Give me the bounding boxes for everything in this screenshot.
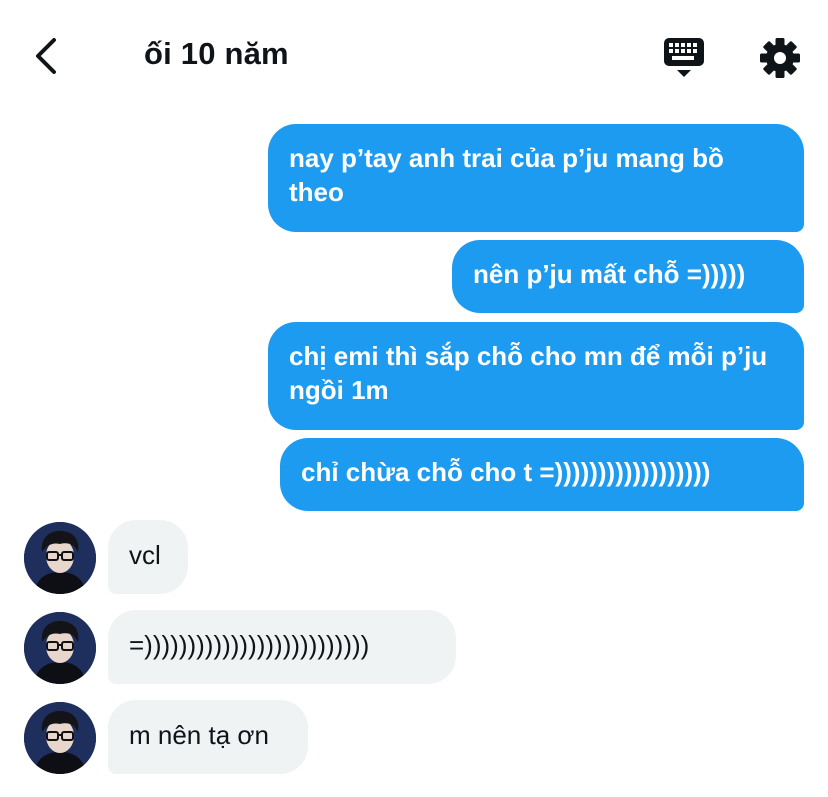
chevron-left-icon: [36, 38, 56, 74]
conversation-header: ối 10 năm: [0, 0, 828, 110]
avatar-image: [24, 702, 96, 774]
avatar-image: [24, 522, 96, 594]
message-bubble-incoming[interactable]: m nên tạ ơn: [108, 700, 308, 774]
message-bubble-outgoing[interactable]: nay p’tay anh trai của p’ju mang bồ theo: [268, 124, 804, 232]
back-button[interactable]: [28, 34, 64, 78]
conversation-title[interactable]: ối 10 năm: [144, 36, 289, 72]
message-bubble-outgoing[interactable]: nên p’ju mất chỗ =))))): [452, 240, 804, 313]
gear-icon: [760, 38, 800, 78]
settings-button[interactable]: [756, 34, 804, 82]
message-bubble-outgoing[interactable]: chỉ chừa chỗ cho t =)))))))))))))))))): [280, 438, 804, 511]
message-bubble-outgoing[interactable]: chị emi thì sắp chỗ cho mn để mỗi p’ju n…: [268, 322, 804, 430]
keyboard-button[interactable]: [660, 36, 708, 80]
message-bubble-incoming[interactable]: =)))))))))))))))))))))))))): [108, 610, 456, 684]
message-bubble-incoming[interactable]: vcl: [108, 520, 188, 594]
avatar-image: [24, 612, 96, 684]
avatar[interactable]: [24, 522, 96, 594]
avatar[interactable]: [24, 702, 96, 774]
keyboard-icon: [664, 38, 704, 77]
avatar[interactable]: [24, 612, 96, 684]
